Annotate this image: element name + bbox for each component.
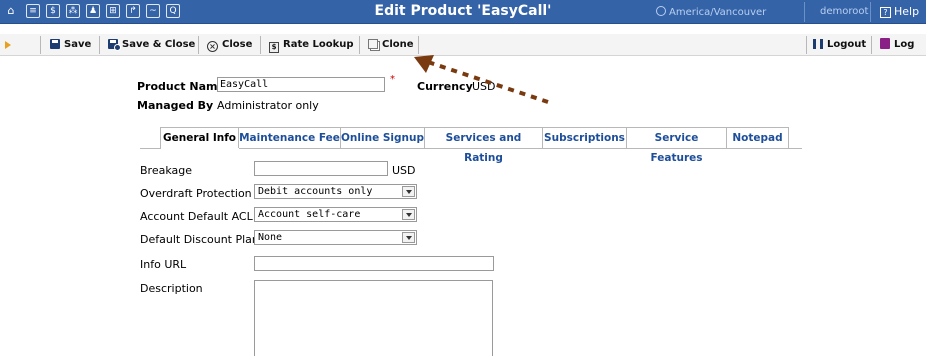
annotation-arrow [414, 55, 549, 104]
annotation-arrow-shaft [427, 60, 549, 104]
